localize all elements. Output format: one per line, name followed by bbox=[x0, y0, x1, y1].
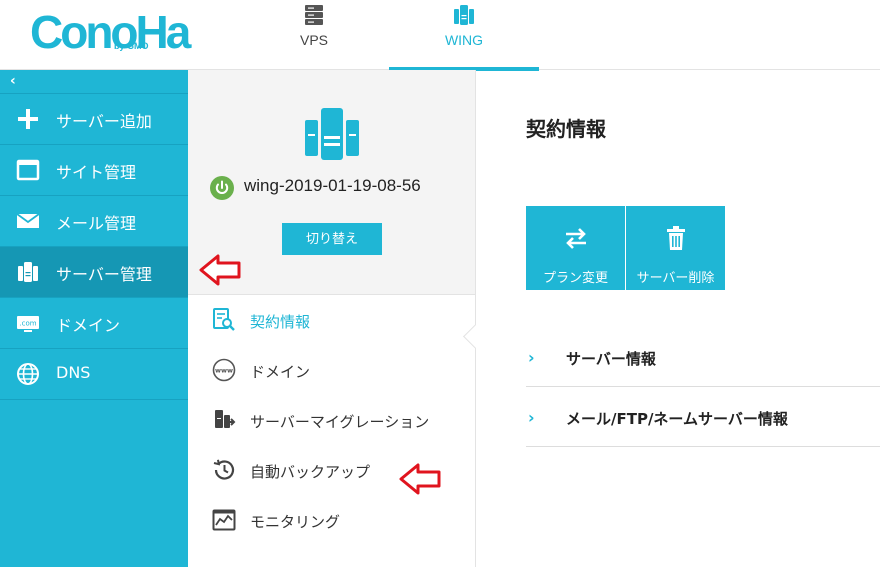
sidebar-item-domain[interactable]: .com ドメイン bbox=[0, 298, 188, 349]
server-icon bbox=[18, 262, 38, 282]
com-domain-icon: .com bbox=[17, 316, 39, 332]
conoha-logo[interactable]: ConoHa by GMO bbox=[30, 4, 191, 60]
chevron-right-icon: › bbox=[528, 408, 535, 427]
menu-item-contract-info[interactable]: 契約情報 bbox=[188, 295, 475, 345]
menu-item-label: サーバーマイグレーション bbox=[250, 413, 430, 431]
top-header: ConoHa by GMO VPS WING bbox=[0, 0, 880, 71]
tab-wing-label: WING bbox=[444, 32, 484, 48]
sidebar: ‹ サーバー追加 サイト管理 メール管理 サーバー管理 .com ドメイン DN… bbox=[0, 70, 188, 567]
server-name: wing-2019-01-19-08-56 bbox=[244, 176, 421, 195]
logo-subtext: by GMO bbox=[114, 41, 149, 51]
menu-item-label: モニタリング bbox=[250, 513, 341, 531]
menu-item-label: ドメイン bbox=[250, 363, 311, 381]
sidebar-item-site-management[interactable]: サイト管理 bbox=[0, 145, 188, 196]
svg-text:.com: .com bbox=[19, 320, 36, 328]
menu-item-domain[interactable]: www ドメイン bbox=[188, 345, 475, 395]
change-plan-button[interactable]: プラン変更 bbox=[526, 206, 625, 290]
logo-text: ConoHa bbox=[30, 6, 191, 58]
wing-server-icon bbox=[454, 5, 474, 25]
contract-search-icon bbox=[213, 308, 235, 331]
wing-server-icon bbox=[305, 108, 359, 160]
menu-item-server-migration[interactable]: サーバーマイグレーション bbox=[188, 395, 475, 445]
sidebar-item-label: メール管理 bbox=[56, 214, 137, 233]
globe-icon bbox=[17, 363, 39, 385]
sidebar-item-add-server[interactable]: サーバー追加 bbox=[0, 94, 188, 145]
migration-icon bbox=[215, 410, 236, 428]
page-title: 契約情報 bbox=[526, 117, 606, 141]
section-server-info[interactable]: › サーバー情報 bbox=[526, 327, 880, 387]
section-mail-ftp-nameserver-info[interactable]: › メール/FTP/ネームサーバー情報 bbox=[526, 387, 880, 447]
envelope-icon bbox=[16, 213, 40, 228]
sidebar-item-mail-management[interactable]: メール管理 bbox=[0, 196, 188, 247]
section-label: サーバー情報 bbox=[566, 350, 656, 368]
red-arrow-annotation-icon bbox=[199, 254, 241, 286]
svg-text:www: www bbox=[215, 367, 233, 375]
switch-server-button[interactable]: 切り替え bbox=[282, 223, 382, 255]
delete-server-button[interactable]: サーバー削除 bbox=[626, 206, 725, 290]
power-status-icon bbox=[210, 176, 234, 200]
section-label: メール/FTP/ネームサーバー情報 bbox=[566, 410, 788, 428]
monitoring-icon bbox=[212, 509, 236, 531]
tab-vps-label: VPS bbox=[299, 32, 328, 48]
plus-icon bbox=[18, 109, 38, 129]
swap-arrows-icon bbox=[565, 228, 586, 249]
menu-item-label: 自動バックアップ bbox=[250, 463, 371, 481]
backup-clock-icon bbox=[213, 459, 235, 480]
red-arrow-annotation-icon bbox=[399, 463, 441, 495]
sidebar-item-label: サーバー管理 bbox=[56, 265, 152, 284]
window-icon bbox=[16, 159, 40, 181]
chevron-right-icon: › bbox=[528, 348, 535, 367]
sidebar-item-dns[interactable]: DNS bbox=[0, 349, 188, 400]
sidebar-item-label: ドメイン bbox=[56, 316, 121, 335]
sidebar-item-label: サイト管理 bbox=[56, 163, 137, 182]
sidebar-collapse-button[interactable]: ‹ bbox=[0, 70, 188, 94]
sidebar-item-label: DNS bbox=[56, 363, 91, 382]
main-content: 契約情報 プラン変更 サーバー削除 › サーバー情報 › メール/FTP/ネーム… bbox=[476, 70, 880, 567]
sidebar-item-server-management[interactable]: サーバー管理 bbox=[0, 247, 188, 298]
sidebar-item-label: サーバー追加 bbox=[56, 112, 152, 131]
www-icon: www bbox=[212, 358, 236, 382]
server-stack-icon bbox=[305, 5, 323, 25]
delete-server-label: サーバー削除 bbox=[636, 271, 715, 286]
menu-item-monitoring[interactable]: モニタリング bbox=[188, 495, 475, 545]
tab-wing[interactable]: WING bbox=[389, 0, 539, 71]
tab-vps[interactable]: VPS bbox=[264, 0, 364, 70]
trash-icon bbox=[666, 226, 685, 250]
active-menu-pointer bbox=[462, 323, 476, 351]
change-plan-label: プラン変更 bbox=[542, 271, 608, 286]
menu-item-label: 契約情報 bbox=[250, 313, 311, 331]
